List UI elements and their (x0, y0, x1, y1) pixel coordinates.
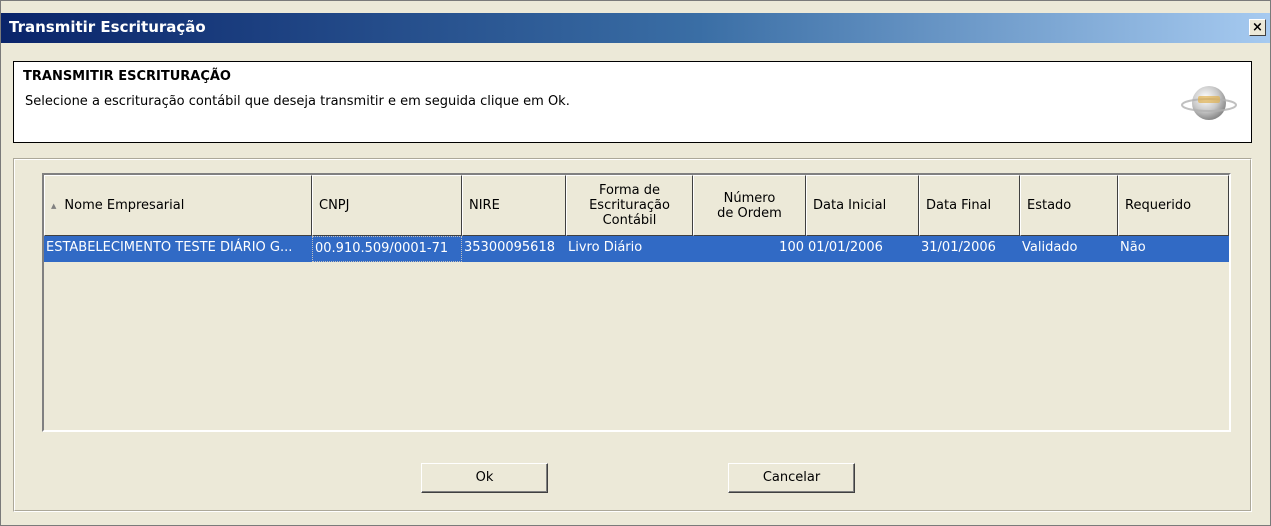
cell-data-final: 31/01/2006 (921, 240, 996, 255)
cancel-button[interactable]: Cancelar (728, 463, 855, 493)
cell-requerido: Não (1120, 240, 1146, 255)
column-header-estado[interactable]: Estado (1020, 175, 1118, 236)
cell-cnpj: 00.910.509/0001-71 (312, 236, 462, 262)
column-header-data-final[interactable]: Data Final (919, 175, 1020, 236)
cell-nire: 35300095618 (464, 240, 555, 255)
column-header-requerido[interactable]: Requerido (1118, 175, 1229, 236)
table-row[interactable]: ESTABELECIMENTO TESTE DIÁRIO G... 00.910… (44, 236, 1229, 262)
cell-nome: ESTABELECIMENTO TESTE DIÁRIO G... (46, 240, 293, 255)
cell-numero: 100 (779, 240, 804, 255)
window-title: Transmitir Escrituração (9, 18, 206, 36)
column-header-data-inicial[interactable]: Data Inicial (806, 175, 919, 236)
close-button[interactable]: × (1249, 19, 1266, 36)
sped-globe-icon (1181, 86, 1237, 120)
column-header-nire[interactable]: NIRE (462, 175, 566, 236)
column-header-numero[interactable]: Número de Ordem (693, 175, 806, 236)
column-header-nome[interactable]: ▲ Nome Empresarial (44, 175, 312, 236)
header-panel: TRANSMITIR ESCRITURAÇÃO Selecione a escr… (13, 61, 1252, 143)
title-bar[interactable]: Transmitir Escrituração × (1, 13, 1270, 43)
cell-forma: Livro Diário (568, 240, 643, 255)
header-subtitle: Selecione a escrituração contábil que de… (25, 94, 570, 109)
cell-data-inicial: 01/01/2006 (808, 240, 883, 255)
column-header-cnpj[interactable]: CNPJ (312, 175, 462, 236)
dialog-window: Transmitir Escrituração × TRANSMITIR ESC… (0, 0, 1271, 526)
header-title: TRANSMITIR ESCRITURAÇÃO (23, 69, 231, 84)
escrituracao-table[interactable]: ▲ Nome Empresarial CNPJ NIRE Forma de Es… (42, 173, 1231, 432)
cell-estado: Validado (1022, 240, 1078, 255)
ok-button[interactable]: Ok (421, 463, 548, 493)
sort-icon: ▲ (51, 201, 57, 210)
table-header: ▲ Nome Empresarial CNPJ NIRE Forma de Es… (44, 175, 1229, 236)
column-header-forma[interactable]: Forma de Escrituração Contábil (566, 175, 693, 236)
